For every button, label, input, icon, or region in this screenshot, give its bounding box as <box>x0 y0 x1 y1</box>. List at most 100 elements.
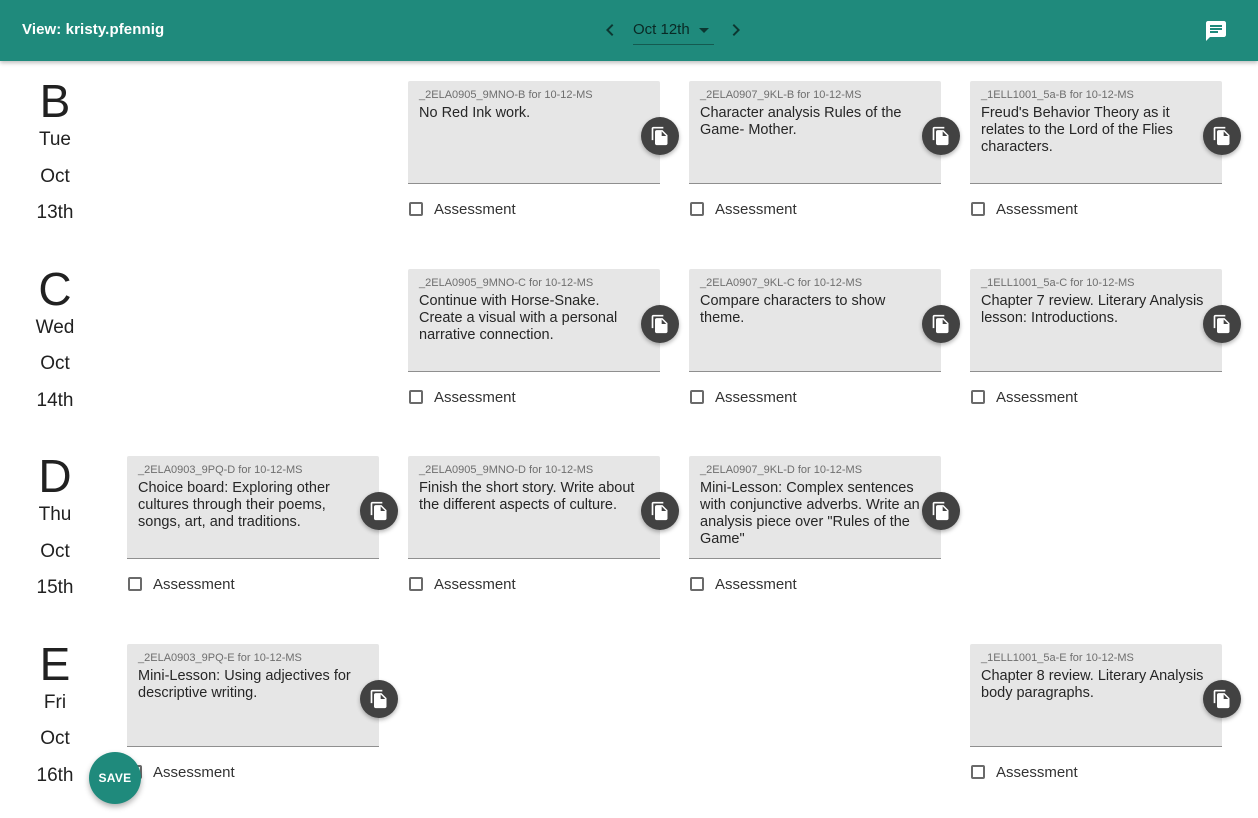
checkbox-box[interactable] <box>409 577 423 591</box>
assessment-label: Assessment <box>996 763 1078 781</box>
assessment-checkbox[interactable]: Assessment <box>409 387 516 407</box>
card-lesson-text[interactable]: Choice board: Exploring other cultures t… <box>138 480 364 531</box>
day-weekday: Tue <box>38 129 72 150</box>
card-lesson-text[interactable]: Continue with Horse-Snake. Create a visu… <box>419 293 645 344</box>
lesson-card[interactable]: _2ELA0905_9MNO-D for 10-12-MS Finish the… <box>408 456 679 559</box>
lesson-card[interactable]: _2ELA0903_9PQ-E for 10-12-MS Mini-Lesson… <box>127 644 398 747</box>
assessment-checkbox[interactable]: Assessment <box>409 199 516 219</box>
day-date: 16th <box>36 765 74 786</box>
copy-icon <box>932 501 949 521</box>
day-month: Oct <box>40 353 70 374</box>
copy-button[interactable] <box>641 305 679 343</box>
card-section-label: _2ELA0905_9MNO-D for 10-12-MS <box>419 464 594 476</box>
checkbox-box[interactable] <box>971 202 985 216</box>
lesson-card[interactable]: _1ELL1001_5a-B for 10-12-MS Freud's Beha… <box>970 81 1241 184</box>
assessment-checkbox[interactable]: Assessment <box>971 387 1078 407</box>
previous-date-button[interactable] <box>598 18 622 42</box>
card-section-label: _2ELA0907_9KL-D for 10-12-MS <box>700 464 863 476</box>
date-select[interactable]: Oct 12th <box>633 20 714 45</box>
checkbox-box[interactable] <box>971 390 985 404</box>
copy-button[interactable] <box>641 117 679 155</box>
next-date-button[interactable] <box>724 18 748 42</box>
card-lesson-text[interactable]: Mini-Lesson: Complex sentences with conj… <box>700 480 926 548</box>
checkbox-box[interactable] <box>971 765 985 779</box>
lesson-card[interactable]: _2ELA0905_9MNO-B for 10-12-MS No Red Ink… <box>408 81 679 184</box>
copy-icon <box>370 689 387 709</box>
card-section-label: _2ELA0903_9PQ-D for 10-12-MS <box>138 464 303 476</box>
card-section-label: _2ELA0903_9PQ-E for 10-12-MS <box>138 652 302 664</box>
assessment-label: Assessment <box>153 575 235 593</box>
checkbox-box[interactable] <box>409 202 423 216</box>
day-weekday: Fri <box>43 692 67 713</box>
checkbox-box[interactable] <box>690 390 704 404</box>
day-label-c: C Wed Oct 14th <box>25 263 85 411</box>
day-letter: E <box>39 638 71 690</box>
checkbox-box[interactable] <box>690 202 704 216</box>
page-title: View: kristy.pfennig <box>22 21 165 38</box>
app-bar: View: kristy.pfennig Oct 12th <box>0 0 1258 61</box>
card-lesson-text[interactable]: Chapter 8 review. Literary Analysis body… <box>981 668 1207 702</box>
assessment-checkbox[interactable]: Assessment <box>128 574 235 594</box>
checkbox-box[interactable] <box>409 390 423 404</box>
copy-button[interactable] <box>360 680 398 718</box>
card-lesson-text[interactable]: Finish the short story. Write about the … <box>419 480 645 514</box>
assessment-label: Assessment <box>715 388 797 406</box>
chevron-right-icon <box>732 24 740 36</box>
copy-button[interactable] <box>1203 117 1241 155</box>
card-section-label: _2ELA0905_9MNO-B for 10-12-MS <box>419 89 593 101</box>
assessment-checkbox[interactable]: Assessment <box>971 199 1078 219</box>
message-icon <box>1206 21 1226 41</box>
day-letter: C <box>38 263 72 315</box>
copy-button[interactable] <box>1203 305 1241 343</box>
assessment-checkbox[interactable]: Assessment <box>971 762 1078 782</box>
day-date: 14th <box>36 390 74 411</box>
assessment-checkbox[interactable]: Assessment <box>409 574 516 594</box>
lesson-card[interactable]: _2ELA0903_9PQ-D for 10-12-MS Choice boar… <box>127 456 398 559</box>
day-month: Oct <box>40 541 70 562</box>
copy-icon <box>1213 314 1230 334</box>
checkbox-box[interactable] <box>128 577 142 591</box>
card-lesson-text[interactable]: Compare characters to show theme. <box>700 293 926 327</box>
date-select-value: Oct 12th <box>633 21 690 38</box>
copy-button[interactable] <box>922 305 960 343</box>
lesson-card[interactable]: _2ELA0907_9KL-C for 10-12-MS Compare cha… <box>689 269 960 372</box>
chevron-left-icon <box>606 24 614 36</box>
assessment-checkbox[interactable]: Assessment <box>690 199 797 219</box>
save-button[interactable]: SAVE <box>89 752 141 804</box>
lesson-card[interactable]: _1ELL1001_5a-C for 10-12-MS Chapter 7 re… <box>970 269 1241 372</box>
day-weekday: Wed <box>35 317 75 338</box>
copy-button[interactable] <box>922 117 960 155</box>
day-letter: D <box>38 450 72 502</box>
copy-button[interactable] <box>641 492 679 530</box>
card-section-label: _1ELL1001_5a-C for 10-12-MS <box>981 277 1135 289</box>
assessment-checkbox[interactable]: Assessment <box>690 574 797 594</box>
day-label-b: B Tue Oct 13th <box>25 78 85 223</box>
copy-button[interactable] <box>1203 680 1241 718</box>
lesson-card[interactable]: _2ELA0907_9KL-D for 10-12-MS Mini-Lesson… <box>689 456 960 559</box>
day-weekday: Thu <box>38 504 72 525</box>
day-month: Oct <box>40 166 70 187</box>
assessment-checkbox[interactable]: Assessment <box>690 387 797 407</box>
lesson-card[interactable]: _2ELA0905_9MNO-C for 10-12-MS Continue w… <box>408 269 679 372</box>
card-lesson-text[interactable]: Chapter 7 review. Literary Analysis less… <box>981 293 1207 327</box>
copy-button[interactable] <box>922 492 960 530</box>
caret-down-icon <box>699 28 709 33</box>
card-lesson-text[interactable]: No Red Ink work. <box>419 105 645 122</box>
assessment-label: Assessment <box>996 200 1078 218</box>
messages-button[interactable] <box>1204 19 1228 43</box>
card-lesson-text[interactable]: Freud's Behavior Theory as it relates to… <box>981 105 1207 156</box>
card-lesson-text[interactable]: Mini-Lesson: Using adjectives for descri… <box>138 668 364 702</box>
card-lesson-text[interactable]: Character analysis Rules of the Game- Mo… <box>700 105 926 139</box>
checkbox-box[interactable] <box>690 577 704 591</box>
assessment-label: Assessment <box>715 200 797 218</box>
lesson-card[interactable]: _2ELA0907_9KL-B for 10-12-MS Character a… <box>689 81 960 184</box>
assessment-label: Assessment <box>434 575 516 593</box>
day-date: 15th <box>36 577 74 598</box>
card-section-label: _2ELA0907_9KL-B for 10-12-MS <box>700 89 862 101</box>
copy-icon <box>932 126 949 146</box>
lesson-card[interactable]: _1ELL1001_5a-E for 10-12-MS Chapter 8 re… <box>970 644 1241 747</box>
copy-icon <box>932 314 949 334</box>
copy-icon <box>370 501 387 521</box>
copy-button[interactable] <box>360 492 398 530</box>
assessment-checkbox[interactable]: Assessment <box>128 762 235 782</box>
